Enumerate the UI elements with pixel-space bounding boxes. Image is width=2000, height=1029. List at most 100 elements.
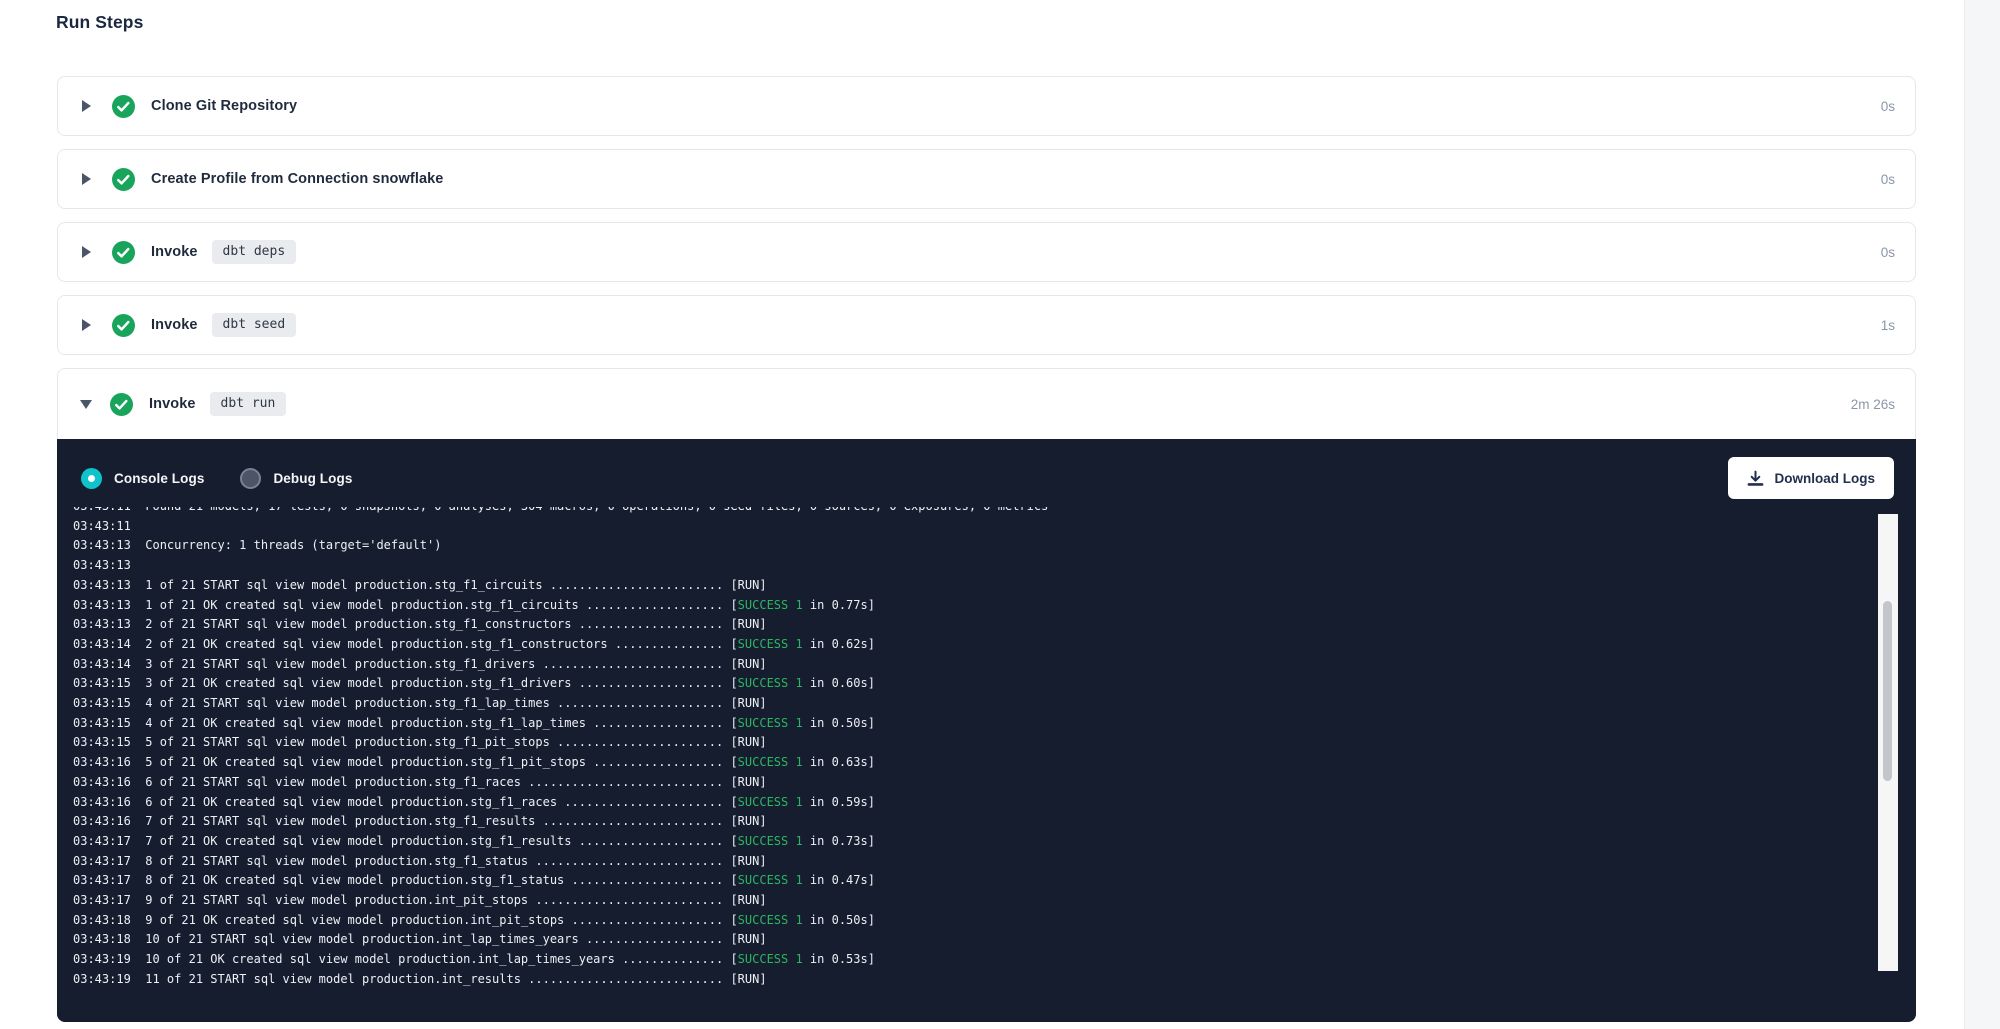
step-header-create-profile[interactable]: Create Profile from Connection snowflake… (58, 150, 1915, 208)
radio-unselected-icon[interactable] (240, 468, 261, 489)
log-text: 8 of 21 OK created sql view model produc… (145, 873, 737, 887)
log-timestamp: 03:43:18 (73, 913, 145, 927)
log-text: in 0.50s] (803, 716, 875, 730)
log-text: in 0.60s] (803, 676, 875, 690)
log-line: 03:43:13 1 of 21 OK created sql view mod… (73, 596, 1870, 616)
log-line: 03:43:19 10 of 21 OK created sql view mo… (73, 950, 1870, 970)
log-timestamp: 03:43:16 (73, 775, 145, 789)
log-line: 03:43:15 3 of 21 OK created sql view mod… (73, 674, 1870, 694)
radio-debug-logs[interactable]: Debug Logs (240, 468, 352, 489)
log-text: 7 of 21 OK created sql view model produc… (145, 834, 737, 848)
log-line: 03:43:13 1 of 21 START sql view model pr… (73, 576, 1870, 596)
console-scrollbar-track[interactable] (1878, 514, 1898, 971)
log-line: 03:43:16 7 of 21 START sql view model pr… (73, 812, 1870, 832)
log-text: in 0.59s] (803, 795, 875, 809)
log-line: 03:43:16 5 of 21 OK created sql view mod… (73, 753, 1870, 773)
log-text: 6 of 21 START sql view model production.… (145, 775, 766, 789)
log-text: Concurrency: 1 threads (target='default'… (145, 538, 441, 552)
log-line: 03:43:18 10 of 21 START sql view model p… (73, 930, 1870, 950)
log-timestamp: 03:43:14 (73, 637, 145, 651)
radio-selected-icon[interactable] (81, 468, 102, 489)
log-timestamp: 03:43:16 (73, 814, 145, 828)
log-text: Found 21 models, 17 tests, 0 snapshots, … (145, 507, 1048, 513)
log-timestamp: 03:43:15 (73, 676, 145, 690)
log-text: 6 of 21 OK created sql view model produc… (145, 795, 737, 809)
chevron-right-icon[interactable] (82, 246, 91, 258)
step-duration: 1s (1881, 318, 1895, 333)
chevron-right-icon[interactable] (82, 173, 91, 185)
log-text: 5 of 21 OK created sql view model produc… (145, 755, 737, 769)
log-text: 5 of 21 START sql view model production.… (145, 735, 766, 749)
step-card-create-profile: Create Profile from Connection snowflake… (57, 149, 1916, 209)
step-label: Clone Git Repository (151, 98, 297, 114)
step-duration: 0s (1881, 245, 1895, 260)
radio-console-logs-label: Console Logs (114, 471, 204, 486)
console-log-list: 03:43:11 Found 21 models, 17 tests, 0 sn… (73, 507, 1870, 989)
step-duration: 0s (1881, 99, 1895, 114)
log-timestamp: 03:43:13 (73, 617, 145, 631)
success-check-icon (112, 241, 135, 264)
log-line: 03:43:16 6 of 21 OK created sql view mod… (73, 793, 1870, 813)
log-line: 03:43:13 2 of 21 START sql view model pr… (73, 615, 1870, 635)
step-command-badge: dbt deps (212, 240, 297, 264)
log-line: 03:43:15 4 of 21 OK created sql view mod… (73, 714, 1870, 734)
log-timestamp: 03:43:17 (73, 834, 145, 848)
log-text: 2 of 21 OK created sql view model produc… (145, 637, 737, 651)
log-line: 03:43:15 5 of 21 START sql view model pr… (73, 733, 1870, 753)
success-check-icon (112, 95, 135, 118)
log-text: in 0.73s] (803, 834, 875, 848)
step-command-badge: dbt seed (212, 313, 297, 337)
log-text: in 0.47s] (803, 873, 875, 887)
log-timestamp: 03:43:17 (73, 893, 145, 907)
step-duration: 0s (1881, 172, 1895, 187)
log-timestamp: 03:43:16 (73, 755, 145, 769)
log-timestamp: 03:43:15 (73, 696, 145, 710)
log-text: 3 of 21 OK created sql view model produc… (145, 676, 737, 690)
success-check-icon (112, 168, 135, 191)
log-line: 03:43:11 Found 21 models, 17 tests, 0 sn… (73, 507, 1870, 517)
log-text: in 0.63s] (803, 755, 875, 769)
log-timestamp: 03:43:18 (73, 932, 145, 946)
log-timestamp: 03:43:15 (73, 735, 145, 749)
radio-console-logs[interactable]: Console Logs (81, 468, 204, 489)
download-icon (1747, 470, 1764, 487)
log-line: 03:43:11 (73, 517, 1870, 537)
page-title: Run Steps (56, 12, 143, 33)
log-text: 1 of 21 OK created sql view model produc… (145, 598, 737, 612)
success-check-icon (112, 314, 135, 337)
step-card-invoke-dbt-run: Invoke dbt run 2m 26s Console Logs Debug… (57, 368, 1916, 1022)
step-header-clone-git-repository[interactable]: Clone Git Repository 0s (58, 77, 1915, 135)
page-right-gutter (1964, 0, 2000, 1029)
log-success-text: SUCCESS 1 (738, 913, 803, 927)
log-line: 03:43:14 3 of 21 START sql view model pr… (73, 655, 1870, 675)
step-duration: 2m 26s (1851, 397, 1895, 412)
log-line: 03:43:13 Concurrency: 1 threads (target=… (73, 536, 1870, 556)
download-logs-button[interactable]: Download Logs (1728, 457, 1895, 499)
log-text: 9 of 21 START sql view model production.… (145, 893, 766, 907)
log-success-text: SUCCESS 1 (738, 755, 803, 769)
step-command-badge: dbt run (210, 392, 287, 416)
console-scrollbar-thumb[interactable] (1883, 601, 1892, 781)
log-timestamp: 03:43:19 (73, 952, 145, 966)
step-header-invoke-dbt-run[interactable]: Invoke dbt run 2m 26s (58, 369, 1915, 439)
log-line: 03:43:17 7 of 21 OK created sql view mod… (73, 832, 1870, 852)
chevron-down-icon[interactable] (80, 400, 92, 409)
step-label: Create Profile from Connection snowflake (151, 171, 443, 187)
step-header-invoke-dbt-deps[interactable]: Invoke dbt deps 0s (58, 223, 1915, 281)
log-text: 11 of 21 START sql view model production… (145, 972, 766, 986)
log-line: 03:43:19 11 of 21 START sql view model p… (73, 970, 1870, 989)
step-card-invoke-dbt-deps: Invoke dbt deps 0s (57, 222, 1916, 282)
chevron-right-icon[interactable] (82, 100, 91, 112)
log-success-text: SUCCESS 1 (738, 637, 803, 651)
log-line: 03:43:17 8 of 21 OK created sql view mod… (73, 871, 1870, 891)
log-success-text: SUCCESS 1 (738, 873, 803, 887)
log-success-text: SUCCESS 1 (738, 598, 803, 612)
log-text: 9 of 21 OK created sql view model produc… (145, 913, 737, 927)
log-timestamp: 03:43:16 (73, 795, 145, 809)
chevron-right-icon[interactable] (82, 319, 91, 331)
log-text: 4 of 21 OK created sql view model produc… (145, 716, 737, 730)
log-text: 2 of 21 START sql view model production.… (145, 617, 766, 631)
download-logs-label: Download Logs (1775, 471, 1876, 486)
step-header-invoke-dbt-seed[interactable]: Invoke dbt seed 1s (58, 296, 1915, 354)
log-success-text: SUCCESS 1 (738, 834, 803, 848)
